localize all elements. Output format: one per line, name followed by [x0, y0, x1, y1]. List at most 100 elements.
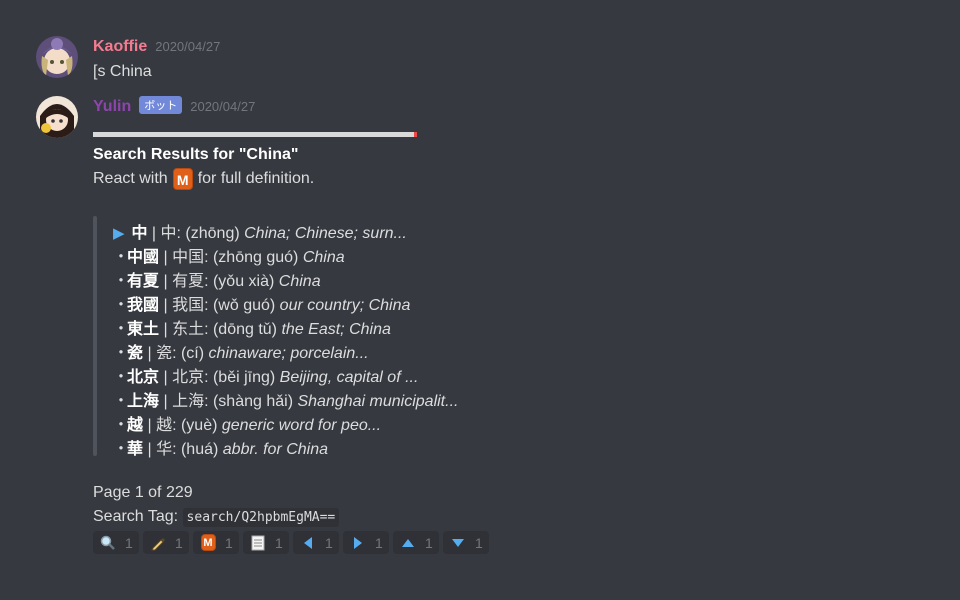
traditional-hanzi: 中: [131, 225, 148, 242]
definition: the East; China: [281, 321, 391, 338]
colon: :: [204, 321, 213, 338]
bullet-marker: ・: [113, 345, 130, 362]
result-entry: ・中國 | 中国: (zhōng guó) China: [113, 243, 345, 267]
traditional-hanzi: 中國: [127, 249, 160, 266]
reaction-arrow-left[interactable]: 1: [293, 531, 339, 554]
arrow-up-icon: [399, 534, 417, 552]
separator: |: [147, 225, 161, 242]
result-entry: ・上海 | 上海: (shàng hǎi) Shanghai municipal…: [113, 387, 458, 411]
reaction-arrow-up[interactable]: 1: [393, 531, 439, 554]
magnifier-icon: [99, 534, 117, 552]
react-before-text: React with: [93, 170, 168, 187]
reaction-count: 1: [125, 534, 133, 551]
pinyin: (cí): [180, 345, 205, 362]
traditional-hanzi: 北京: [127, 369, 160, 386]
result-entry: ・瓷 | 瓷: (cí) chinaware; porcelain...: [113, 339, 369, 363]
result-entry: ▶ 中 | 中: (zhōng) China; Chinese; surn...: [113, 219, 407, 243]
separator: |: [159, 369, 173, 386]
search-tag-row: Search Tag: search/Q2hpbmEgMA==: [93, 508, 340, 527]
reaction-magnifier[interactable]: 1: [93, 531, 139, 554]
simplified-hanzi: 越: [156, 417, 173, 434]
definition: generic word for peo...: [221, 417, 382, 434]
simplified-hanzi: 我国: [172, 297, 205, 314]
separator: |: [143, 441, 157, 458]
m-icon: M: [199, 534, 217, 552]
traditional-hanzi: 瓷: [127, 345, 144, 362]
selected-marker-icon: ▶: [113, 225, 125, 242]
username[interactable]: Kaoffie: [93, 38, 147, 56]
reaction-m[interactable]: M 1: [193, 531, 239, 554]
divider-bar: [93, 132, 417, 137]
result-entry: ・越 | 越: (yuè) generic word for peo...: [113, 411, 381, 435]
message-content: [s China: [93, 63, 152, 80]
separator: |: [159, 273, 173, 290]
separator: |: [159, 321, 173, 338]
avatar-yulin[interactable]: [36, 96, 78, 138]
bullet-marker: ・: [113, 249, 130, 266]
simplified-hanzi: 中国: [172, 249, 205, 266]
pinyin: (huá): [180, 441, 219, 458]
colon: :: [172, 345, 181, 362]
reaction-pen[interactable]: 1: [143, 531, 189, 554]
reaction-count: 1: [275, 534, 283, 551]
bullet-marker: ・: [113, 441, 130, 458]
bullet-marker: ・: [113, 417, 130, 434]
pinyin: (běi jīng): [212, 369, 276, 386]
reaction-count: 1: [475, 534, 483, 551]
reactions-bar: 1 1 M 1 1 1 1 1 1: [93, 531, 489, 554]
pen-icon: [149, 534, 167, 552]
result-entry: ・東土 | 东土: (dōng tǔ) the East; China: [113, 315, 391, 339]
reaction-count: 1: [325, 534, 333, 551]
reaction-count: 1: [375, 534, 383, 551]
pinyin: (yuè): [180, 417, 218, 434]
separator: |: [143, 345, 157, 362]
reaction-page[interactable]: 1: [243, 531, 289, 554]
bot-username[interactable]: Yulin: [93, 98, 131, 116]
result-entry: ・有夏 | 有夏: (yǒu xià) China: [113, 267, 321, 291]
colon: :: [204, 369, 213, 386]
simplified-hanzi: 瓷: [156, 345, 173, 362]
simplified-hanzi: 华: [156, 441, 173, 458]
bullet-marker: ・: [113, 369, 130, 386]
reaction-count: 1: [425, 534, 433, 551]
pinyin: (yǒu xià): [212, 273, 275, 290]
definition: Beijing, capital of ...: [279, 369, 419, 386]
traditional-hanzi: 我國: [127, 297, 160, 314]
simplified-hanzi: 东土: [172, 321, 205, 338]
separator: |: [143, 417, 157, 434]
pinyin: (zhōng): [185, 225, 240, 242]
separator: |: [159, 393, 173, 410]
reaction-arrow-right[interactable]: 1: [343, 531, 389, 554]
colon: :: [204, 393, 213, 410]
bot-tag: ボット: [139, 96, 183, 114]
avatar-kaoffie[interactable]: [36, 36, 78, 78]
reaction-arrow-down[interactable]: 1: [443, 531, 489, 554]
bullet-marker: ・: [113, 297, 130, 314]
result-entry: ・我國 | 我国: (wǒ guó) our country; China: [113, 291, 410, 315]
colon: :: [204, 273, 213, 290]
separator: |: [159, 249, 173, 266]
definition: China: [302, 249, 345, 266]
result-entry: ・華 | 华: (huá) abbr. for China: [113, 435, 328, 459]
timestamp: 2020/04/27: [190, 99, 256, 114]
traditional-hanzi: 有夏: [127, 273, 160, 290]
react-instruction: React with M for full definition.: [93, 168, 314, 190]
colon: :: [204, 297, 213, 314]
bullet-marker: ・: [113, 273, 130, 290]
bullet-marker: ・: [113, 321, 130, 338]
arrow-right-icon: [349, 534, 367, 552]
simplified-hanzi: 上海: [172, 393, 205, 410]
page-icon: [249, 534, 267, 552]
blockquote-bar: [93, 216, 97, 456]
colon: :: [172, 441, 181, 458]
traditional-hanzi: 上海: [127, 393, 160, 410]
traditional-hanzi: 華: [127, 441, 144, 458]
pinyin: (wǒ guó): [212, 297, 276, 314]
traditional-hanzi: 越: [127, 417, 144, 434]
traditional-hanzi: 東土: [127, 321, 160, 338]
arrow-left-icon: [299, 534, 317, 552]
reaction-count: 1: [175, 534, 183, 551]
simplified-hanzi: 有夏: [172, 273, 205, 290]
definition: China; Chinese; surn...: [244, 225, 407, 242]
result-entry: ・北京 | 北京: (běi jīng) Beijing, capital of…: [113, 363, 418, 387]
